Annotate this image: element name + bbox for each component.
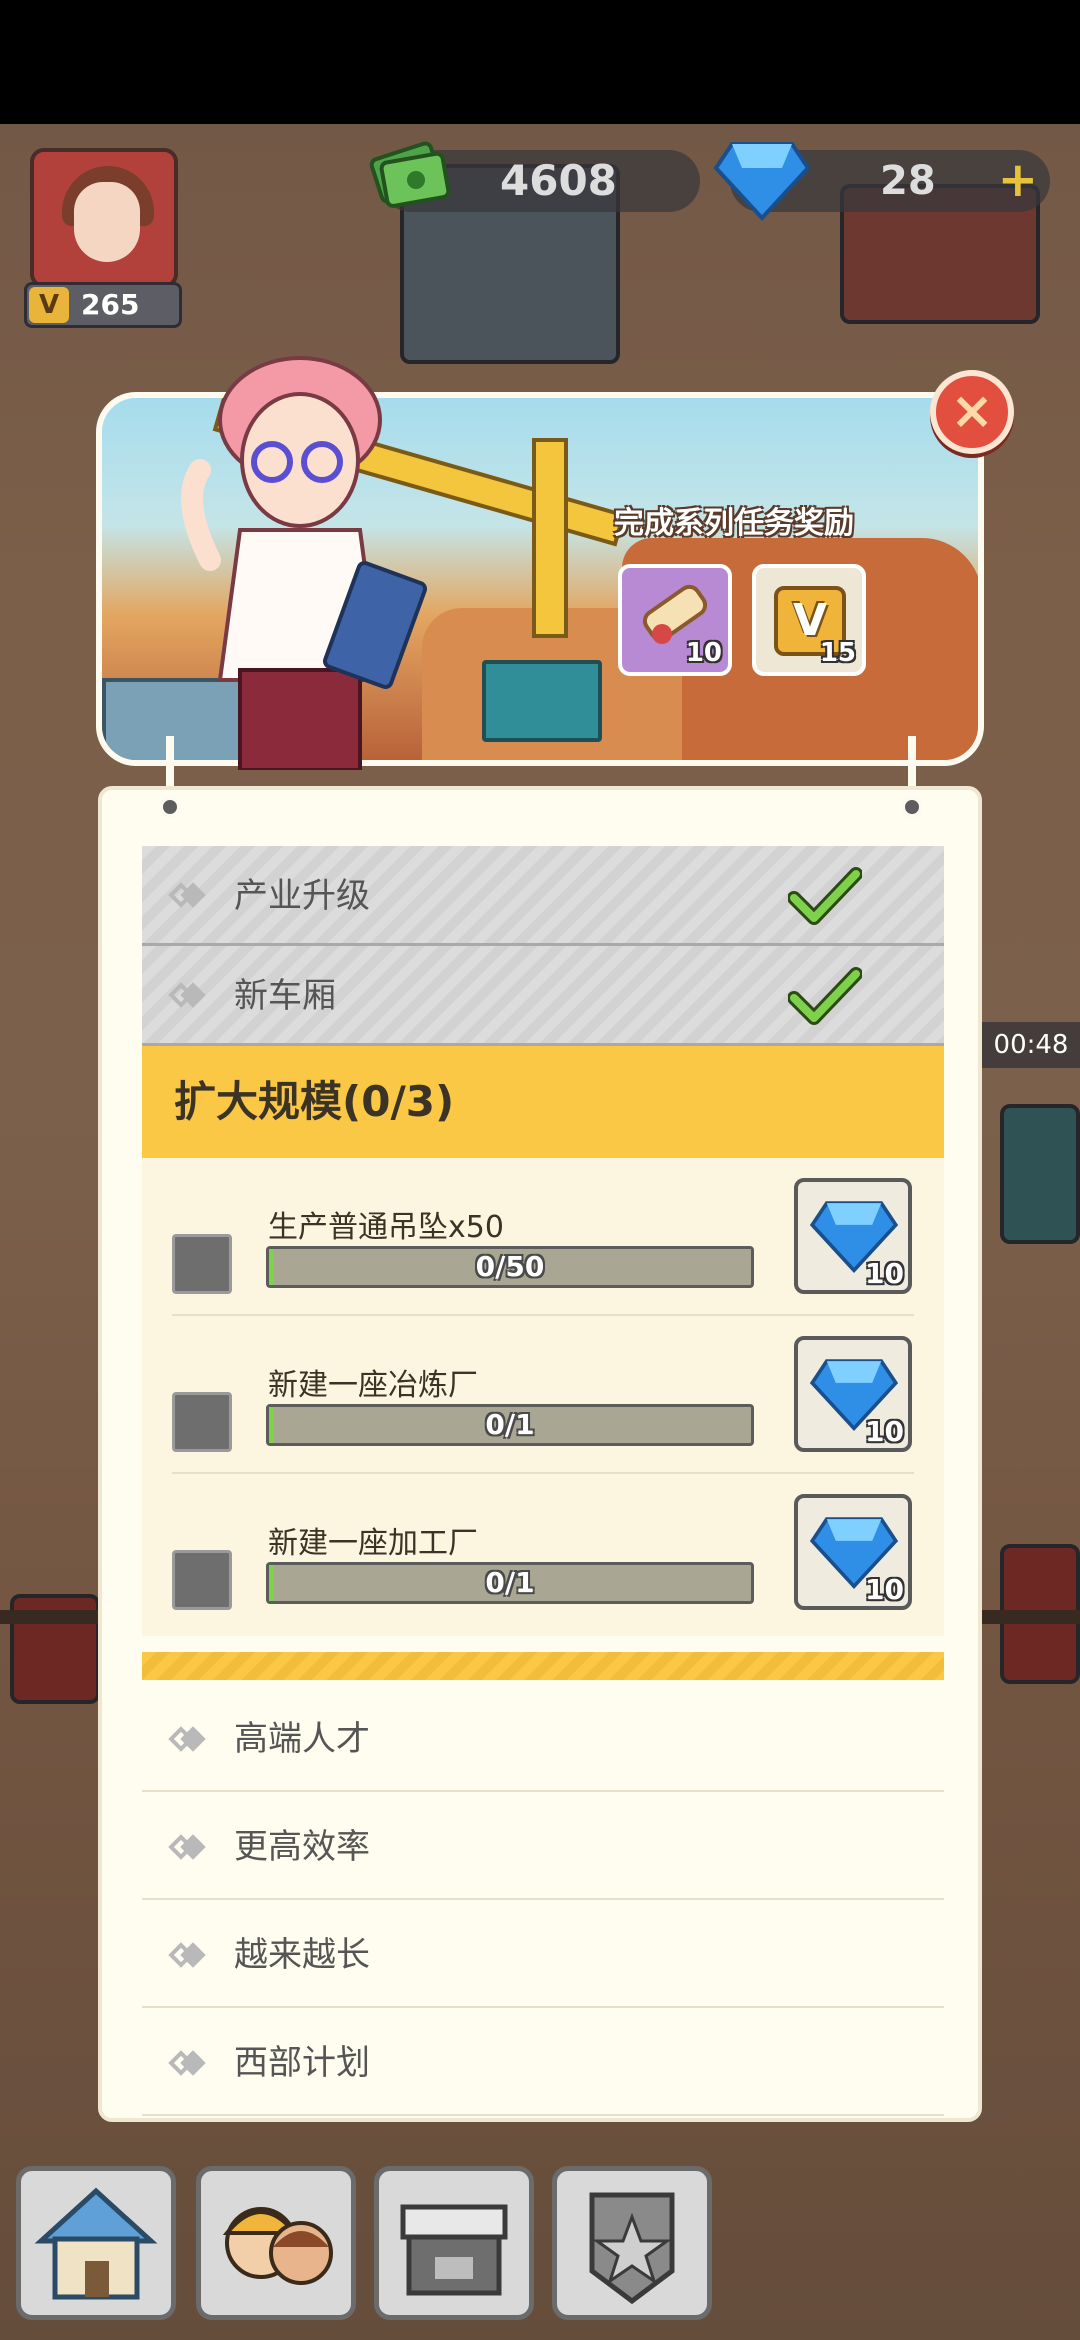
vip-level-badge: V 265 xyxy=(24,282,182,328)
nav-home-button[interactable] xyxy=(16,2166,176,2320)
task-series-locked[interactable]: 更高效率 xyxy=(142,1794,944,1900)
reward-count: 10 xyxy=(685,638,722,668)
task-checkbox xyxy=(172,1550,232,1610)
task-series-label: 产业升级 xyxy=(234,876,370,916)
reward-count: 15 xyxy=(819,638,856,668)
task-progress-text: 0/50 xyxy=(475,1250,545,1283)
nav-shop-button[interactable] xyxy=(374,2166,534,2320)
cash-amount: 4608 xyxy=(500,156,617,205)
reward-vip: V 15 xyxy=(752,564,866,676)
shop-icon xyxy=(400,2204,508,2296)
task-item: 新建一座冶炼厂 0/1 10 xyxy=(142,1316,944,1474)
nav-staff-button[interactable] xyxy=(196,2166,356,2320)
status-bar xyxy=(0,0,1080,124)
task-name: 新建一座加工厂 xyxy=(268,1526,478,1561)
task-series-locked[interactable]: 越来越长 xyxy=(142,1902,944,2008)
diamond-icon xyxy=(713,142,811,221)
gem-amount: 28 xyxy=(880,158,936,204)
vip-icon: V xyxy=(29,287,69,323)
reward-count: 10 xyxy=(865,1573,904,1606)
task-progress-bar: 0/50 xyxy=(266,1246,754,1288)
reward-count: 10 xyxy=(865,1415,904,1448)
task-reward[interactable]: 10 xyxy=(794,1494,912,1610)
task-series-completed[interactable]: 产业升级 xyxy=(142,846,944,946)
task-progress-text: 0/1 xyxy=(485,1566,535,1599)
task-progress-bar: 0/1 xyxy=(266,1562,754,1604)
task-name: 新建一座冶炼厂 xyxy=(268,1368,478,1403)
task-item: 生产普通吊坠x50 0/50 10 xyxy=(142,1158,944,1316)
close-button[interactable]: × xyxy=(930,370,1014,454)
task-series-label: 新车厢 xyxy=(234,976,336,1016)
task-checkbox xyxy=(172,1234,232,1294)
advisor-character xyxy=(181,356,428,770)
task-checkbox xyxy=(172,1392,232,1452)
cash-counter: 4608 xyxy=(369,141,700,212)
reward-count: 10 xyxy=(865,1257,904,1290)
close-icon: × xyxy=(950,381,994,441)
checkmark-icon xyxy=(788,867,862,925)
current-series-footer xyxy=(142,1652,944,1680)
add-gems-button[interactable]: + xyxy=(998,154,1038,206)
task-reward[interactable]: 10 xyxy=(794,1336,912,1452)
current-series-title: 扩大规模(0/3) xyxy=(174,1077,455,1126)
vip-level: 265 xyxy=(81,288,140,321)
current-series-header[interactable]: 扩大规模(0/3) xyxy=(142,1046,944,1158)
task-name: 生产普通吊坠x50 xyxy=(268,1210,504,1245)
cash-icon xyxy=(369,141,451,208)
task-item: 新建一座加工厂 0/1 10 xyxy=(142,1474,944,1632)
house-icon xyxy=(34,2187,158,2300)
star-badge-icon xyxy=(589,2192,675,2305)
checkmark-icon xyxy=(788,967,862,1025)
workers-icon xyxy=(222,2207,333,2285)
task-panel: 产业升级 新车厢 扩大规模(0/3) 生产普通吊坠x50 0/50 10 新建一… xyxy=(98,786,982,2122)
series-reward-title: 完成系列任务奖励 xyxy=(614,506,854,541)
task-series-label: 高端人才 xyxy=(234,1719,370,1759)
nav-achievement-button[interactable] xyxy=(552,2166,712,2320)
task-progress-bar: 0/1 xyxy=(266,1404,754,1446)
task-series-locked[interactable]: 西部计划 xyxy=(142,2010,944,2116)
task-series-completed[interactable]: 新车厢 xyxy=(142,946,944,1046)
player-avatar[interactable] xyxy=(30,148,178,288)
task-series-locked[interactable]: 高端人才 xyxy=(142,1686,944,1792)
task-progress-text: 0/1 xyxy=(485,1408,535,1441)
task-series-label: 西部计划 xyxy=(234,2043,370,2083)
reward-scroll: 10 xyxy=(618,564,732,676)
gem-counter: 28 + xyxy=(713,142,1050,221)
task-series-label: 越来越长 xyxy=(234,1935,370,1975)
bottom-nav xyxy=(0,2150,1080,2340)
task-reward[interactable]: 10 xyxy=(794,1178,912,1294)
countdown-timer: 00:48 xyxy=(982,1022,1080,1068)
current-series-tasks: 生产普通吊坠x50 0/50 10 新建一座冶炼厂 0/1 10 新建一座加工厂… xyxy=(142,1158,944,1636)
task-series-label: 更高效率 xyxy=(234,1827,370,1867)
